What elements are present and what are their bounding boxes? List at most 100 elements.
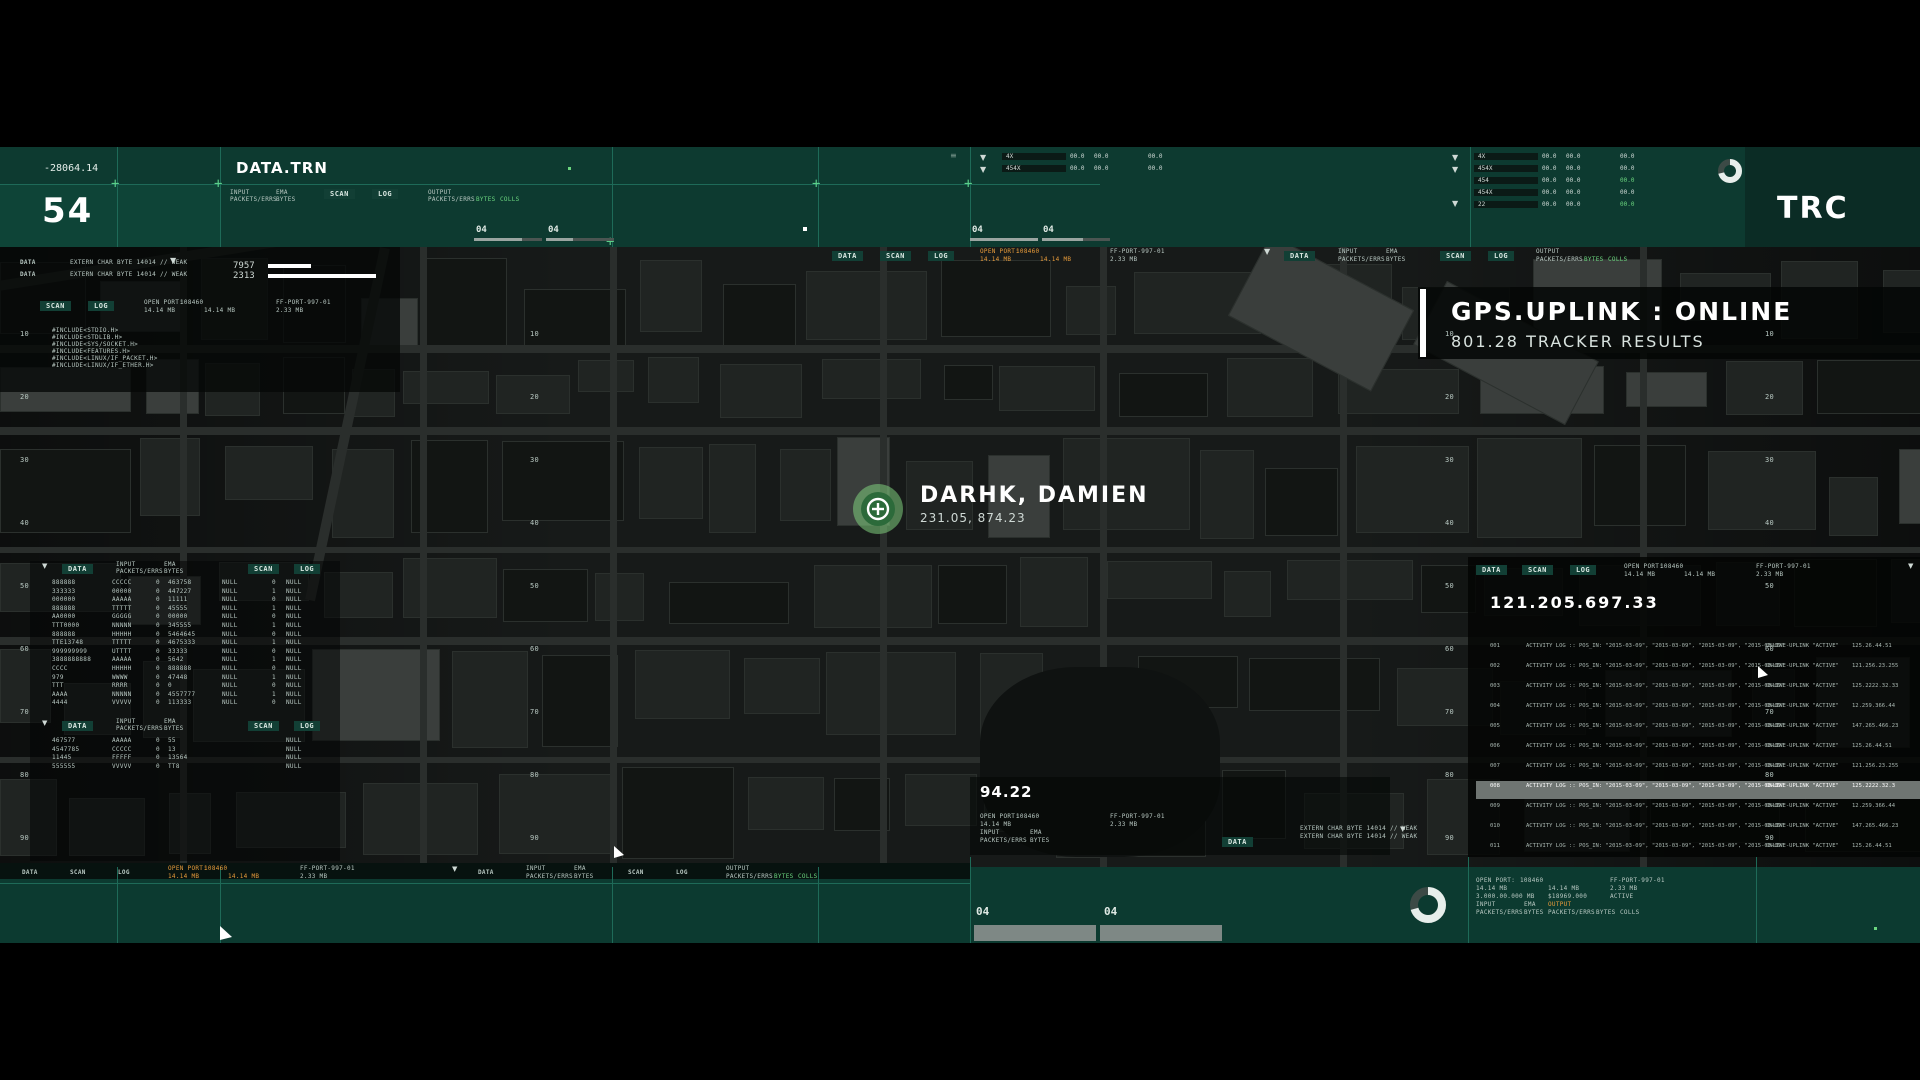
log-status: ONLINE-UPLINK "ACTIVE" — [1766, 643, 1839, 649]
tab-data[interactable]: DATA — [832, 251, 863, 261]
scale-tick: 50 — [20, 582, 30, 590]
log-ip: 125.26.44.51 — [1852, 643, 1892, 649]
table-row[interactable]: 006 ACTIVITY LOG :: POS_IN: "2015-03-09",… — [1476, 741, 1920, 759]
scale-tick: 50 — [1445, 582, 1455, 590]
ff-port-label: FF-PORT-997-01 — [300, 865, 355, 872]
tab-log[interactable]: LOG — [294, 721, 321, 731]
table-row[interactable]: 001 ACTIVITY LOG :: POS_IN: "2015-03-09",… — [1476, 641, 1920, 659]
scale-tick: 70 — [20, 708, 30, 716]
ema-label: EMA — [276, 189, 288, 196]
table-cell: 0 — [156, 682, 160, 690]
table-row[interactable]: 005 ACTIVITY LOG :: POS_IN: "2015-03-09",… — [1476, 721, 1920, 739]
scale-tick: 10 — [1445, 330, 1455, 338]
tab-scan[interactable]: SCAN — [248, 564, 279, 574]
table-cell: 00000 — [112, 587, 132, 595]
tab-log[interactable]: LOG — [294, 564, 321, 574]
table-row[interactable]: 002 ACTIVITY LOG :: POS_IN: "2015-03-09",… — [1476, 661, 1920, 679]
table-row[interactable]: 004 ACTIVITY LOG :: POS_IN: "2015-03-09",… — [1476, 701, 1920, 719]
chevron-down-icon[interactable]: ▼ — [980, 165, 986, 174]
table-cell: TTT — [52, 682, 64, 690]
grid-line — [970, 147, 971, 247]
tab-data[interactable]: DATA — [1284, 251, 1315, 261]
log-ip: 147.265.466.23 — [1852, 823, 1899, 829]
grid-line — [612, 147, 613, 247]
open-port-label: OPEN PORT: — [168, 865, 208, 872]
log-text: ACTIVITY LOG :: POS_IN: "2015-03-09", "2… — [1526, 643, 1785, 649]
log-id: 008 — [1490, 783, 1500, 789]
chevron-down-icon[interactable]: ▼ — [170, 256, 176, 265]
output-label: OUTPUT — [1536, 248, 1560, 255]
chevron-down-icon[interactable]: ▼ — [452, 865, 457, 873]
scale-tick: 90 — [20, 834, 30, 842]
log-text: ACTIVITY LOG :: POS_IN: "2015-03-09", "2… — [1526, 843, 1785, 849]
menu-icon[interactable]: ≡ — [950, 151, 957, 160]
table-cell: CCCC — [52, 665, 68, 672]
chevron-down-icon[interactable]: ▼ — [1452, 199, 1458, 208]
tab-log[interactable]: LOG — [1570, 565, 1597, 575]
map-building — [1224, 570, 1271, 617]
table-row[interactable]: 008 ACTIVITY LOG :: POS_IN: "2015-03-09",… — [1476, 781, 1920, 799]
colls-label: COLLS — [798, 873, 818, 880]
packets-label: PACKETS/ERRS — [526, 873, 573, 880]
port-size: 14.14 MB — [1548, 885, 1580, 892]
tab-data[interactable]: DATA — [62, 721, 93, 731]
crosshair-icon: + — [812, 176, 821, 192]
scale-tick: 80 — [20, 771, 30, 779]
tab-log[interactable]: LOG — [928, 251, 955, 261]
tab-data[interactable]: DATA — [1222, 837, 1253, 847]
ema-label: EMA — [164, 718, 176, 725]
output-label: OUTPUT — [428, 189, 452, 196]
table-row[interactable]: 010 ACTIVITY LOG :: POS_IN: "2015-03-09",… — [1476, 821, 1920, 839]
chevron-down-icon[interactable]: ▼ — [1908, 562, 1913, 570]
scale-tick: 70 — [530, 708, 540, 716]
tab-scan[interactable]: SCAN — [880, 251, 911, 261]
open-port-label: OPEN PORT: — [144, 299, 184, 306]
tab-scan[interactable]: SCAN — [324, 189, 355, 199]
chevron-down-icon[interactable]: ▼ — [1452, 165, 1458, 174]
bytes-label: BYTES — [774, 873, 794, 880]
chevron-down-icon[interactable]: ▼ — [1264, 247, 1270, 256]
chevron-down-icon[interactable]: ▼ — [42, 562, 47, 570]
tab-scan[interactable]: SCAN — [1440, 251, 1471, 261]
tab-data[interactable]: DATA — [62, 564, 93, 574]
level-bar — [268, 264, 312, 268]
table-cell: 0 — [168, 682, 172, 690]
tab-scan[interactable]: SCAN — [248, 721, 279, 731]
tab-log[interactable]: LOG — [88, 301, 115, 311]
packets-label: PACKETS/ERRS — [116, 568, 163, 575]
table-row[interactable]: 009 ACTIVITY LOG :: POS_IN: "2015-03-09",… — [1476, 801, 1920, 819]
port-value: 108460 — [204, 865, 228, 872]
log-status: ONLINE-UPLINK "ACTIVE" — [1766, 743, 1839, 749]
table-row[interactable]: 011 ACTIVITY LOG :: POS_IN: "2015-03-09",… — [1476, 841, 1920, 859]
log-status: ONLINE-UPLINK "ACTIVE" — [1766, 663, 1839, 669]
row-value: 00.0 — [1542, 189, 1557, 196]
table-cell: 0 — [272, 579, 276, 586]
table-cell: 999999999 — [52, 647, 88, 655]
ff-size: 2.33 MB — [1756, 571, 1784, 578]
table-cell: NULL — [222, 699, 238, 707]
tab-data[interactable]: DATA — [1476, 565, 1507, 575]
tab-log[interactable]: LOG — [1488, 251, 1515, 261]
table-row[interactable]: 003 ACTIVITY LOG :: POS_IN: "2015-03-09",… — [1476, 681, 1920, 699]
scale-tick: 70 — [1445, 708, 1455, 716]
tab-scan[interactable]: SCAN — [40, 301, 71, 311]
input-label: INPUT — [1476, 901, 1496, 908]
grid-line — [1468, 857, 1469, 943]
tab-log[interactable]: LOG — [372, 189, 399, 199]
ip-address: 121.205.697.33 — [1490, 593, 1659, 612]
log-status: ONLINE-UPLINK "ACTIVE" — [1766, 703, 1839, 709]
row-value: 00.0 — [1542, 153, 1557, 160]
chevron-down-icon[interactable]: ▼ — [1452, 153, 1458, 162]
tab-scan[interactable]: SCAN — [1522, 565, 1553, 575]
chevron-down-icon[interactable]: ▼ — [42, 719, 47, 727]
row-name: 454 — [1474, 177, 1538, 184]
data-label: DATA — [20, 259, 36, 266]
map-road — [420, 247, 427, 867]
packets-label: PACKETS/ERRS — [428, 196, 475, 203]
table-cell: NULL — [286, 604, 302, 612]
table-cell: 0 — [156, 622, 160, 629]
chevron-down-icon[interactable]: ▼ — [1400, 825, 1405, 833]
target-pin-icon[interactable] — [851, 482, 905, 536]
chevron-down-icon[interactable]: ▼ — [980, 153, 986, 162]
table-row[interactable]: 007 ACTIVITY LOG :: POS_IN: "2015-03-09",… — [1476, 761, 1920, 779]
